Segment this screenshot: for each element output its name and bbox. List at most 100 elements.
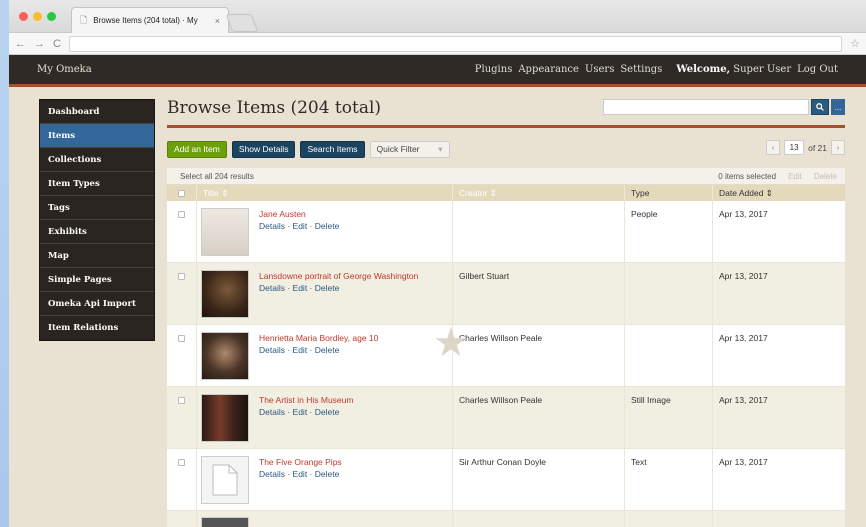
type-cell bbox=[625, 511, 713, 527]
search-button[interactable] bbox=[811, 99, 829, 115]
advanced-search-button[interactable]: ... bbox=[831, 99, 845, 115]
add-item-button[interactable]: Add an Item bbox=[167, 140, 227, 158]
forward-icon[interactable]: → bbox=[34, 38, 45, 50]
search-bar: ... bbox=[603, 99, 845, 115]
batch-delete-button[interactable]: Delete bbox=[814, 172, 837, 181]
row-checkbox[interactable] bbox=[178, 211, 185, 218]
row-checkbox-cell bbox=[167, 201, 197, 262]
quick-filter-dropdown[interactable]: Quick Filter ▾ bbox=[369, 140, 450, 158]
row-checkbox[interactable] bbox=[178, 273, 185, 280]
row-actions[interactable]: Details · Edit · Delete bbox=[259, 345, 339, 355]
sidebar-item-tags[interactable]: Tags bbox=[40, 196, 154, 220]
browser-window: 🗋 Browse Items (204 total) · My × ← → C … bbox=[9, 0, 866, 527]
title-cell bbox=[197, 511, 453, 527]
creator-cell: Charles Willson Peale bbox=[453, 387, 625, 448]
item-title-link[interactable]: Henrietta Maria Bordley, age 10 bbox=[259, 333, 378, 343]
header-link-plugins[interactable]: Plugins bbox=[475, 64, 513, 75]
column-header-title[interactable]: Title ⇕ bbox=[197, 185, 453, 201]
close-window-button[interactable] bbox=[19, 12, 28, 21]
sidebar-item-items[interactable]: Items bbox=[40, 124, 154, 148]
items-selected-count: 0 items selected bbox=[718, 171, 777, 181]
column-header-creator[interactable]: Creator ⇕ bbox=[453, 185, 625, 201]
item-title-link[interactable]: Lansdowne portrait of George Washington bbox=[259, 271, 418, 281]
item-thumbnail[interactable] bbox=[201, 332, 249, 380]
item-thumbnail[interactable] bbox=[201, 208, 249, 256]
batch-edit-button[interactable]: Edit bbox=[788, 172, 802, 181]
url-input[interactable] bbox=[68, 35, 843, 52]
star-watermark-icon: ★ bbox=[433, 321, 469, 365]
search-icon bbox=[816, 103, 824, 111]
window-controls bbox=[19, 12, 56, 21]
page-total: of 21 bbox=[808, 142, 827, 153]
creator-cell: Gilbert Stuart bbox=[453, 263, 625, 324]
table-row: Lansdowne portrait of George Washington … bbox=[167, 263, 845, 325]
search-items-button[interactable]: Search Items bbox=[300, 140, 365, 158]
type-cell: Still Image bbox=[625, 387, 713, 448]
back-icon[interactable]: ← bbox=[15, 38, 26, 50]
welcome-text: Welcome, Super User bbox=[676, 64, 791, 75]
creator-cell bbox=[453, 201, 625, 262]
date-cell bbox=[713, 511, 845, 527]
user-name-link[interactable]: Super User bbox=[733, 64, 791, 75]
sidebar-item-exhibits[interactable]: Exhibits bbox=[40, 220, 154, 244]
item-title-link[interactable]: The Five Orange Pips bbox=[259, 457, 342, 467]
show-details-button[interactable]: Show Details bbox=[231, 140, 296, 158]
row-checkbox-cell bbox=[167, 325, 197, 386]
sidebar-item-collections[interactable]: Collections bbox=[40, 148, 154, 172]
row-checkbox-cell bbox=[167, 387, 197, 448]
row-actions[interactable]: Details · Edit · Delete bbox=[259, 407, 339, 417]
browser-tab[interactable]: 🗋 Browse Items (204 total) · My × bbox=[71, 7, 229, 33]
site-title[interactable]: My Omeka bbox=[37, 64, 475, 75]
sidebar-item-dashboard[interactable]: Dashboard bbox=[40, 100, 154, 124]
document-thumbnail-icon[interactable] bbox=[201, 456, 249, 504]
reload-icon[interactable]: C bbox=[53, 38, 61, 50]
prev-page-button[interactable]: ‹ bbox=[766, 140, 781, 155]
search-input[interactable] bbox=[603, 99, 809, 115]
row-checkbox[interactable] bbox=[178, 397, 185, 404]
select-all-link[interactable]: Select all 204 results bbox=[180, 172, 254, 181]
minimize-window-button[interactable] bbox=[33, 12, 42, 21]
batch-actions: 0 items selected Edit Delete bbox=[718, 172, 837, 181]
logout-link[interactable]: Log Out bbox=[797, 64, 838, 75]
bookmark-star-icon[interactable]: ☆ bbox=[850, 37, 860, 50]
welcome-label: Welcome, bbox=[676, 64, 731, 75]
row-checkbox[interactable] bbox=[178, 335, 185, 342]
title-text: The Artist in His Museum Details · Edit … bbox=[249, 387, 353, 448]
table-header: Title ⇕ Creator ⇕ Type Date Added ⇕ bbox=[167, 185, 845, 201]
header-link-settings[interactable]: Settings bbox=[620, 64, 662, 75]
date-cell: Apr 13, 2017 bbox=[719, 395, 768, 405]
sidebar-item-item-relations[interactable]: Item Relations bbox=[40, 316, 154, 340]
item-title-link[interactable]: The Artist in His Museum bbox=[259, 395, 353, 405]
type-cell bbox=[625, 263, 713, 324]
item-title-link[interactable]: Jane Austen bbox=[259, 209, 339, 219]
header-link-appearance[interactable]: Appearance bbox=[518, 64, 579, 75]
table-row bbox=[167, 511, 845, 527]
items-toolbar: Add an Item Show Details Search Items Qu… bbox=[167, 140, 845, 158]
tab-close-icon[interactable]: × bbox=[215, 16, 220, 26]
item-thumbnail[interactable] bbox=[201, 270, 249, 318]
page-number-input[interactable]: 13 bbox=[784, 140, 805, 155]
item-thumbnail[interactable] bbox=[201, 394, 249, 442]
title-cell: The Five Orange Pips Details · Edit · De… bbox=[197, 449, 453, 510]
row-actions[interactable]: Details · Edit · Delete bbox=[259, 469, 339, 479]
page-icon: 🗋 bbox=[80, 14, 88, 25]
header-link-users[interactable]: Users bbox=[585, 64, 614, 75]
admin-header: My Omeka Plugins Appearance Users Settin… bbox=[9, 55, 866, 87]
next-page-button[interactable]: › bbox=[831, 140, 845, 155]
row-actions[interactable]: Details · Edit · Delete bbox=[259, 221, 339, 231]
items-table: Select all 204 results 0 items selected … bbox=[167, 168, 845, 527]
maximize-window-button[interactable] bbox=[47, 12, 56, 21]
row-checkbox[interactable] bbox=[178, 459, 185, 466]
sidebar-item-map[interactable]: Map bbox=[40, 244, 154, 268]
column-header-type: Type bbox=[625, 185, 713, 201]
title-text: The Five Orange Pips Details · Edit · De… bbox=[249, 449, 342, 510]
row-actions[interactable]: Details · Edit · Delete bbox=[259, 283, 339, 293]
new-tab-button[interactable] bbox=[225, 14, 259, 32]
sidebar-item-omeka-api-import[interactable]: Omeka Api Import bbox=[40, 292, 154, 316]
sidebar-item-simple-pages[interactable]: Simple Pages bbox=[40, 268, 154, 292]
sidebar-item-item-types[interactable]: Item Types bbox=[40, 172, 154, 196]
select-all-checkbox[interactable] bbox=[178, 189, 185, 197]
column-header-date-added[interactable]: Date Added ⇕ bbox=[713, 185, 845, 201]
item-thumbnail[interactable] bbox=[201, 517, 249, 527]
batch-select-row: Select all 204 results 0 items selected … bbox=[167, 168, 845, 185]
